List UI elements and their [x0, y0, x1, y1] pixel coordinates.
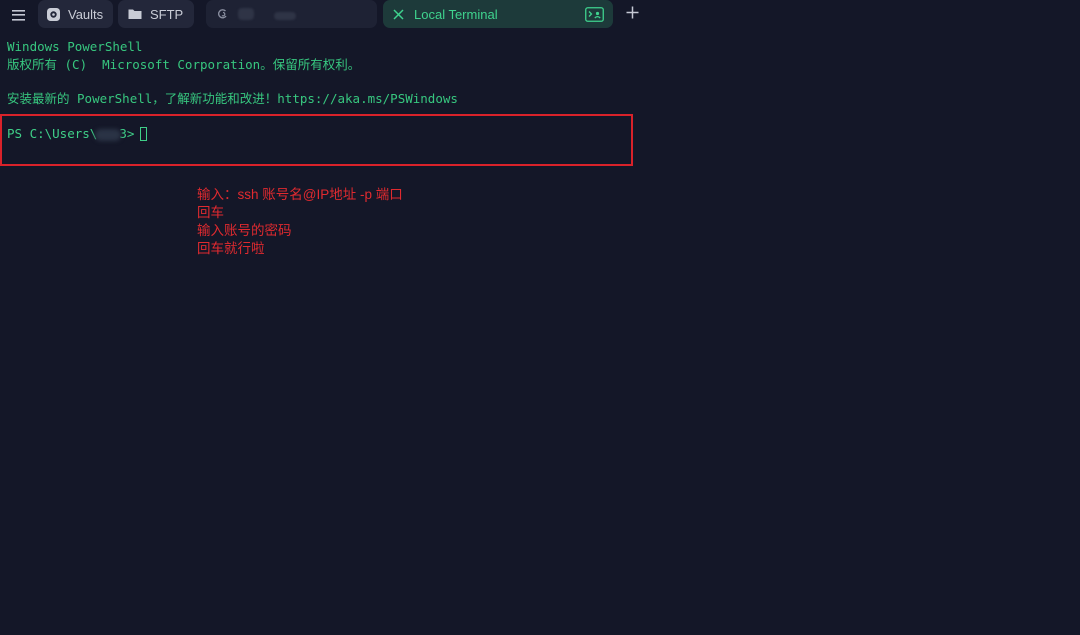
redacted-host-name	[238, 8, 254, 20]
tab-local-terminal[interactable]: Local Terminal	[383, 0, 613, 28]
hamburger-menu-icon	[11, 9, 25, 21]
prompt-prefix: PS C:\Users\	[7, 126, 98, 141]
add-tab-button[interactable]	[622, 5, 642, 25]
annotation-step: 输入：ssh 账号名@IP地址 -p 端口	[197, 187, 403, 202]
terminal-prompt[interactable]: PS C:\Users\ 3>	[7, 125, 148, 142]
debian-icon	[215, 6, 231, 22]
terminal-output[interactable]: Windows PowerShell 版权所有 (C) Microsoft Co…	[0, 30, 1080, 635]
prompt-suffix: 3>	[119, 126, 135, 141]
annotation-step: 回车	[197, 205, 224, 220]
annotation-step: 回车就行啦	[197, 241, 265, 256]
tab-host[interactable]	[206, 0, 377, 28]
menu-button[interactable]	[6, 3, 30, 27]
tab-sftp-label: SFTP	[150, 6, 184, 22]
plus-icon	[626, 6, 639, 24]
redacted-host-name	[274, 12, 296, 20]
terminal-line: 版权所有 (C) Microsoft Corporation。保留所有权利。	[7, 57, 361, 72]
terminal-line: Windows PowerShell	[7, 39, 143, 54]
text-cursor	[140, 127, 148, 141]
redacted-username	[95, 128, 122, 141]
terminal-line: 安装最新的 PowerShell，了解新功能和改进！https://aka.ms…	[7, 91, 458, 106]
folder-icon	[127, 6, 143, 22]
tab-sftp[interactable]: SFTP	[118, 0, 194, 28]
vaults-icon	[45, 6, 61, 22]
tab-local-terminal-label: Local Terminal	[414, 6, 498, 22]
annotation-step: 输入账号的密码	[197, 223, 292, 238]
close-icon[interactable]	[391, 7, 405, 21]
tab-vaults-label: Vaults	[68, 6, 104, 22]
tab-vaults[interactable]: Vaults	[38, 0, 113, 28]
tab-bar: Vaults SFTP Local Terminal	[0, 0, 1080, 30]
terminal-icon	[585, 7, 604, 25]
